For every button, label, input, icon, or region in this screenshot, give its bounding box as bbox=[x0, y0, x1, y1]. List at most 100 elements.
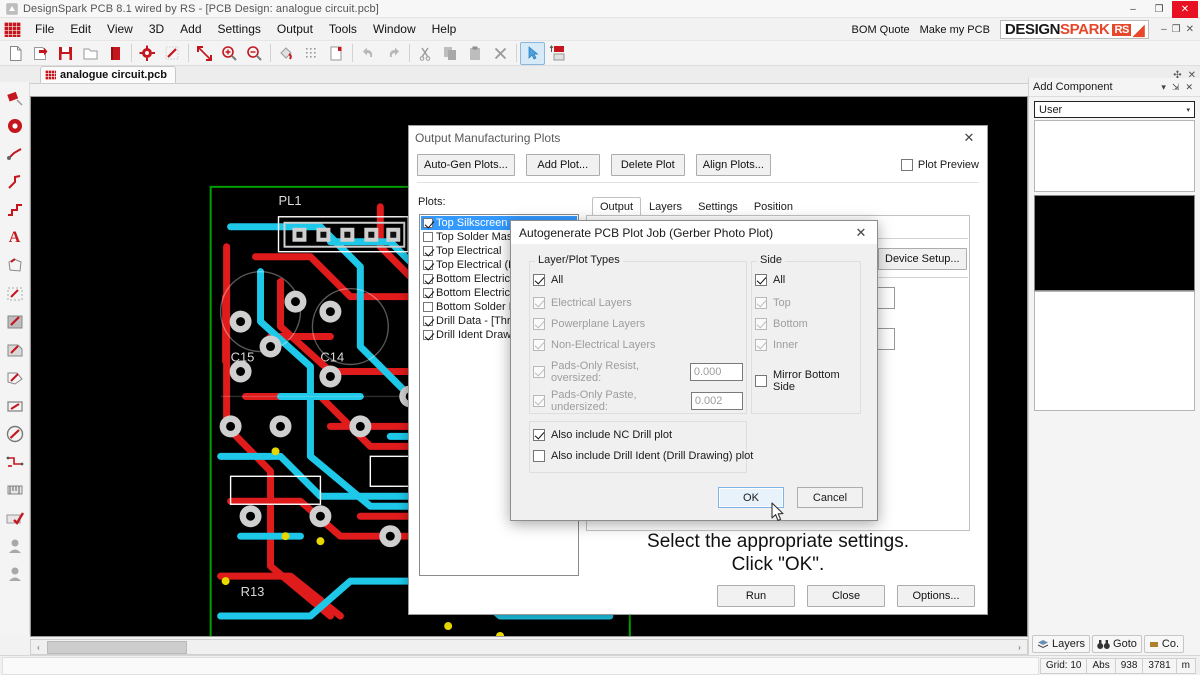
close-dialog-button[interactable]: Close bbox=[807, 585, 885, 607]
group2-icon[interactable] bbox=[2, 561, 28, 587]
side-bottom-checkbox[interactable]: Bottom bbox=[755, 318, 859, 330]
non-electrical-layers-checkbox[interactable]: Non-Electrical Layers bbox=[533, 339, 743, 351]
goto-button[interactable]: Goto bbox=[1092, 635, 1142, 653]
menu-item-settings[interactable]: Settings bbox=[210, 19, 269, 39]
checkbox-box[interactable] bbox=[533, 429, 545, 441]
checkbox-box[interactable] bbox=[423, 274, 433, 284]
electrical-layers-checkbox[interactable]: Electrical Layers bbox=[533, 297, 743, 309]
pin-icon[interactable]: ⇲ bbox=[1169, 82, 1183, 93]
select-arrow-icon[interactable] bbox=[520, 41, 545, 65]
close-icon[interactable]: ✕ bbox=[849, 223, 873, 243]
pads-only-paste-input[interactable]: 0.002 bbox=[690, 392, 743, 410]
wand-icon[interactable] bbox=[160, 42, 185, 65]
device-setup-button[interactable]: Device Setup... bbox=[878, 248, 967, 270]
rectangle-icon[interactable] bbox=[2, 393, 28, 419]
bom-quote-link[interactable]: BOM Quote bbox=[852, 24, 910, 36]
layers-button[interactable]: Layers bbox=[1032, 635, 1091, 653]
mdi-minimize-button[interactable]: – bbox=[1159, 24, 1169, 35]
checkbox-box[interactable] bbox=[423, 260, 433, 270]
tab-position[interactable]: Position bbox=[746, 197, 801, 216]
menu-item-window[interactable]: Window bbox=[365, 19, 424, 39]
checkbox-box[interactable] bbox=[423, 246, 433, 256]
save-icon[interactable] bbox=[53, 42, 78, 65]
tab-layers[interactable]: Layers bbox=[641, 197, 690, 216]
delete-icon[interactable] bbox=[488, 42, 513, 65]
mirror-bottom-side-checkbox[interactable]: Mirror Bottom Side bbox=[755, 369, 859, 393]
checkbox-box[interactable] bbox=[423, 288, 433, 298]
menu-item-3d[interactable]: 3D bbox=[141, 19, 172, 39]
close-icon[interactable]: ✕ bbox=[957, 128, 981, 148]
polygon-icon[interactable] bbox=[2, 365, 28, 391]
document-tab[interactable]: analogue circuit.pcb bbox=[40, 66, 176, 83]
tab-output[interactable]: Output bbox=[592, 197, 642, 216]
side-all-checkbox[interactable]: All bbox=[755, 274, 785, 286]
checkbox-box[interactable] bbox=[533, 450, 545, 462]
fit-icon[interactable] bbox=[192, 42, 217, 65]
gear-icon[interactable] bbox=[135, 42, 160, 65]
menu-item-add[interactable]: Add bbox=[172, 19, 209, 39]
undo-icon[interactable] bbox=[356, 42, 381, 65]
run-button[interactable]: Run bbox=[717, 585, 795, 607]
pad-icon[interactable] bbox=[2, 113, 28, 139]
track-icon[interactable] bbox=[2, 141, 28, 167]
prohibit-icon[interactable] bbox=[2, 421, 28, 447]
cancel-button[interactable]: Cancel bbox=[797, 487, 863, 508]
delete-plot-button[interactable]: Delete Plot bbox=[610, 154, 685, 176]
scroll-thumb[interactable] bbox=[47, 640, 187, 654]
pads-only-resist-input[interactable]: 0.000 bbox=[689, 363, 743, 381]
open-file-icon[interactable] bbox=[28, 42, 53, 65]
report-icon[interactable] bbox=[324, 42, 349, 65]
route-icon[interactable] bbox=[2, 197, 28, 223]
plot-preview-checkbox[interactable]: Plot Preview bbox=[900, 159, 979, 171]
menu-item-view[interactable]: View bbox=[99, 19, 141, 39]
text-icon[interactable]: A bbox=[2, 225, 28, 251]
include-drill-ident-checkbox[interactable]: Also include Drill Ident (Drill Drawing)… bbox=[533, 450, 753, 462]
canvas-horizontal-scrollbar[interactable]: ‹ › bbox=[30, 639, 1028, 655]
library-select[interactable]: User ▾ bbox=[1034, 101, 1195, 118]
close-button[interactable]: ✕ bbox=[1172, 0, 1198, 18]
tab-settings[interactable]: Settings bbox=[690, 197, 746, 216]
board-outline-icon[interactable] bbox=[2, 309, 28, 335]
check-icon[interactable] bbox=[2, 505, 28, 531]
maximize-button[interactable]: ❐ bbox=[1146, 1, 1172, 18]
powerplane-layers-checkbox[interactable]: Powerplane Layers bbox=[533, 318, 743, 330]
paste-icon[interactable] bbox=[463, 42, 488, 65]
net-icon[interactable] bbox=[2, 449, 28, 475]
menu-item-output[interactable]: Output bbox=[269, 19, 321, 39]
group-icon[interactable] bbox=[2, 533, 28, 559]
align-plots-button[interactable]: Align Plots... bbox=[695, 154, 771, 176]
checkbox-box[interactable] bbox=[423, 316, 433, 326]
checkbox-box[interactable] bbox=[755, 375, 767, 387]
checkbox-box[interactable] bbox=[423, 302, 433, 312]
folder-icon[interactable] bbox=[78, 42, 103, 65]
shape-icon[interactable] bbox=[2, 253, 28, 279]
copy-icon[interactable] bbox=[438, 42, 463, 65]
area-icon[interactable] bbox=[2, 337, 28, 363]
paint-icon[interactable] bbox=[274, 42, 299, 65]
layer-all-checkbox[interactable]: All bbox=[533, 274, 563, 286]
checkbox-box[interactable] bbox=[423, 218, 433, 228]
component-icon[interactable] bbox=[2, 85, 28, 111]
checkbox-box[interactable] bbox=[533, 274, 545, 286]
chevron-down-icon[interactable]: ▾ bbox=[1158, 82, 1169, 93]
mdi-restore-button[interactable]: ❐ bbox=[1170, 24, 1183, 35]
minimize-button[interactable]: – bbox=[1120, 1, 1146, 18]
close-icon[interactable]: ✕ bbox=[1182, 82, 1196, 93]
zoom-out-icon[interactable] bbox=[242, 42, 267, 65]
segment-icon[interactable] bbox=[2, 169, 28, 195]
grid-icon[interactable] bbox=[299, 42, 324, 65]
checkbox-box[interactable] bbox=[423, 232, 433, 242]
pads-only-paste-row[interactable]: Pads-Only Paste, undersized: 0.002 bbox=[533, 389, 743, 413]
add-plot-button[interactable]: Add Plot... bbox=[525, 154, 600, 176]
include-nc-drill-checkbox[interactable]: Also include NC Drill plot bbox=[533, 429, 753, 441]
auto-gen-plots-button[interactable]: Auto-Gen Plots... bbox=[417, 154, 515, 176]
toggle-icon[interactable] bbox=[545, 42, 570, 65]
zoom-in-icon[interactable] bbox=[217, 42, 242, 65]
checkbox-box[interactable] bbox=[755, 274, 767, 286]
new-file-icon[interactable] bbox=[3, 42, 28, 65]
cut-icon[interactable] bbox=[413, 42, 438, 65]
pads-only-resist-row[interactable]: Pads-Only Resist, oversized: 0.000 bbox=[533, 360, 743, 384]
book-icon[interactable] bbox=[103, 42, 128, 65]
component-button[interactable]: Co. bbox=[1143, 635, 1185, 653]
dimension-icon[interactable] bbox=[2, 477, 28, 503]
